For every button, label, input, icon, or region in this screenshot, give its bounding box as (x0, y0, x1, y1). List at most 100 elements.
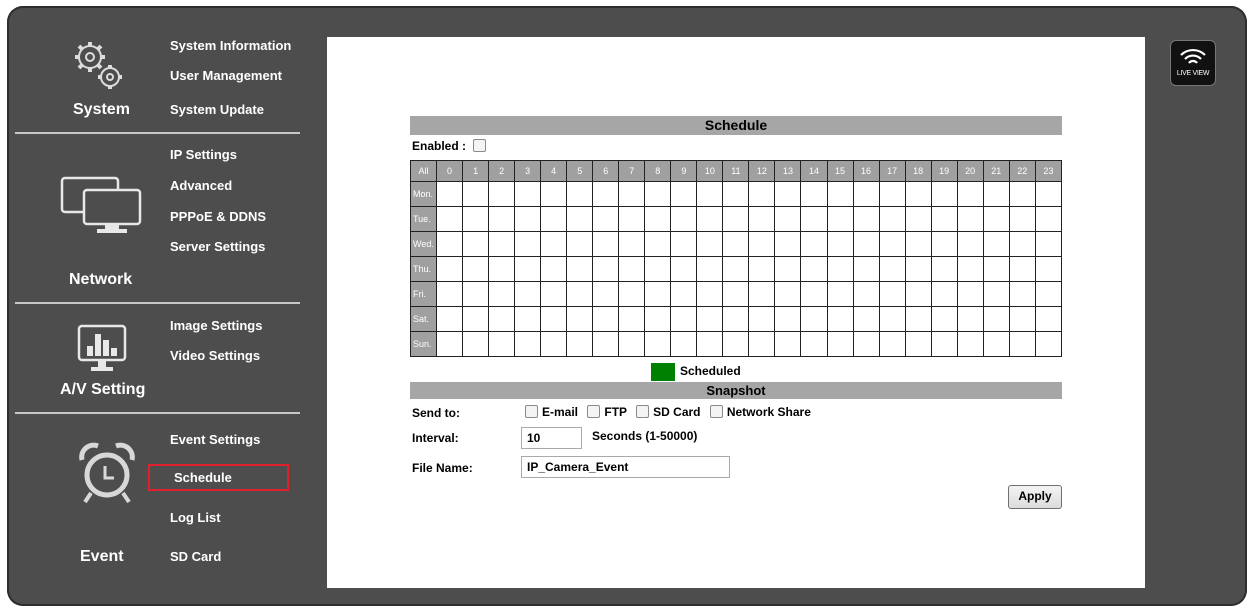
schedule-cell[interactable] (956, 256, 984, 282)
menu-user-management[interactable]: User Management (170, 68, 282, 83)
hour-header-7[interactable]: 7 (618, 160, 646, 182)
schedule-cell[interactable] (696, 306, 724, 332)
menu-system-information[interactable]: System Information (170, 38, 291, 53)
hour-header-16[interactable]: 16 (852, 160, 880, 182)
schedule-cell[interactable] (982, 306, 1010, 332)
schedule-cell[interactable] (826, 231, 854, 257)
schedule-cell[interactable] (800, 206, 828, 232)
schedule-cell[interactable] (852, 281, 880, 307)
schedule-cell[interactable] (774, 256, 802, 282)
hour-header-0[interactable]: 0 (436, 160, 464, 182)
schedule-cell[interactable] (826, 281, 854, 307)
schedule-cell[interactable] (566, 231, 594, 257)
schedule-cell[interactable] (540, 181, 568, 207)
schedule-cell[interactable] (878, 256, 906, 282)
schedule-cell[interactable] (748, 256, 776, 282)
schedule-cell[interactable] (826, 256, 854, 282)
schedule-cell[interactable] (1008, 306, 1036, 332)
schedule-cell[interactable] (956, 281, 984, 307)
schedule-cell[interactable] (930, 231, 958, 257)
schedule-cell[interactable] (1034, 306, 1063, 332)
schedule-cell[interactable] (904, 331, 932, 357)
schedule-cell[interactable] (436, 306, 464, 332)
day-header[interactable]: Tue. (409, 206, 438, 232)
schedule-cell[interactable] (514, 256, 542, 282)
schedule-cell[interactable] (930, 331, 958, 357)
hour-header-8[interactable]: 8 (644, 160, 672, 182)
schedule-cell[interactable] (670, 256, 698, 282)
schedule-cell[interactable] (488, 181, 516, 207)
schedule-cell[interactable] (800, 256, 828, 282)
schedule-cell[interactable] (852, 231, 880, 257)
select-all-cell[interactable]: All (409, 160, 438, 182)
schedule-cell[interactable] (1008, 206, 1036, 232)
schedule-cell[interactable] (774, 206, 802, 232)
schedule-cell[interactable] (566, 181, 594, 207)
schedule-cell[interactable] (514, 306, 542, 332)
hour-header-13[interactable]: 13 (774, 160, 802, 182)
schedule-cell[interactable] (1008, 181, 1036, 207)
menu-ip-settings[interactable]: IP Settings (170, 147, 237, 162)
schedule-cell[interactable] (696, 206, 724, 232)
schedule-cell[interactable] (852, 256, 880, 282)
hour-header-17[interactable]: 17 (878, 160, 906, 182)
schedule-cell[interactable] (436, 281, 464, 307)
schedule-cell[interactable] (774, 181, 802, 207)
schedule-cell[interactable] (644, 281, 672, 307)
schedule-cell[interactable] (644, 306, 672, 332)
schedule-cell[interactable] (930, 281, 958, 307)
schedule-cell[interactable] (852, 181, 880, 207)
schedule-cell[interactable] (956, 231, 984, 257)
schedule-cell[interactable] (670, 281, 698, 307)
schedule-cell[interactable] (618, 306, 646, 332)
schedule-cell[interactable] (670, 181, 698, 207)
schedule-cell[interactable] (462, 231, 490, 257)
schedule-cell[interactable] (488, 281, 516, 307)
schedule-cell[interactable] (1034, 206, 1063, 232)
day-header[interactable]: Fri. (409, 281, 438, 307)
hour-header-2[interactable]: 2 (488, 160, 516, 182)
schedule-cell[interactable] (904, 306, 932, 332)
day-header[interactable]: Sat. (409, 306, 438, 332)
schedule-cell[interactable] (878, 306, 906, 332)
hour-header-12[interactable]: 12 (748, 160, 776, 182)
schedule-cell[interactable] (1034, 281, 1063, 307)
schedule-cell[interactable] (930, 181, 958, 207)
menu-sd-card[interactable]: SD Card (170, 549, 221, 564)
schedule-cell[interactable] (670, 306, 698, 332)
schedule-cell[interactable] (1034, 256, 1063, 282)
schedule-cell[interactable] (982, 331, 1010, 357)
menu-advanced[interactable]: Advanced (170, 178, 232, 193)
enabled-checkbox[interactable] (473, 139, 487, 152)
menu-image-settings[interactable]: Image Settings (170, 318, 262, 333)
schedule-cell[interactable] (800, 231, 828, 257)
schedule-cell[interactable] (462, 331, 490, 357)
schedule-cell[interactable] (956, 331, 984, 357)
hour-header-21[interactable]: 21 (982, 160, 1010, 182)
hour-header-23[interactable]: 23 (1034, 160, 1063, 182)
schedule-cell[interactable] (644, 231, 672, 257)
hour-header-9[interactable]: 9 (670, 160, 698, 182)
schedule-cell[interactable] (982, 231, 1010, 257)
hour-header-11[interactable]: 11 (722, 160, 750, 182)
schedule-cell[interactable] (592, 206, 620, 232)
schedule-cell[interactable] (748, 281, 776, 307)
schedule-cell[interactable] (774, 306, 802, 332)
schedule-cell[interactable] (540, 281, 568, 307)
schedule-cell[interactable] (514, 206, 542, 232)
schedule-cell[interactable] (800, 281, 828, 307)
hour-header-15[interactable]: 15 (826, 160, 854, 182)
schedule-cell[interactable] (436, 206, 464, 232)
schedule-cell[interactable] (878, 206, 906, 232)
schedule-cell[interactable] (540, 331, 568, 357)
schedule-cell[interactable] (462, 206, 490, 232)
menu-video-settings[interactable]: Video Settings (170, 348, 260, 363)
schedule-cell[interactable] (982, 206, 1010, 232)
schedule-cell[interactable] (878, 231, 906, 257)
schedule-cell[interactable] (904, 231, 932, 257)
schedule-cell[interactable] (488, 331, 516, 357)
schedule-cell[interactable] (852, 331, 880, 357)
schedule-cell[interactable] (1008, 281, 1036, 307)
schedule-cell[interactable] (592, 256, 620, 282)
schedule-cell[interactable] (618, 206, 646, 232)
